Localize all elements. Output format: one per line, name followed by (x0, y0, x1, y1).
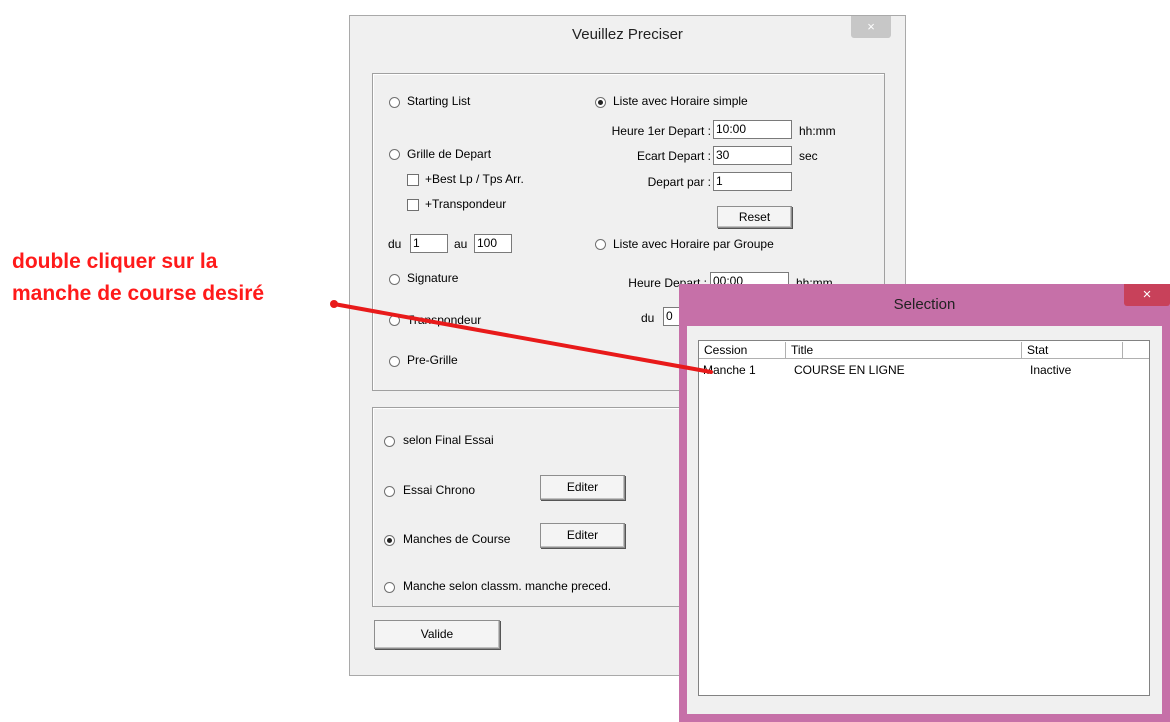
annotation-arrow (330, 300, 713, 374)
arrow-dot (330, 300, 338, 308)
arrow-line (332, 302, 713, 374)
